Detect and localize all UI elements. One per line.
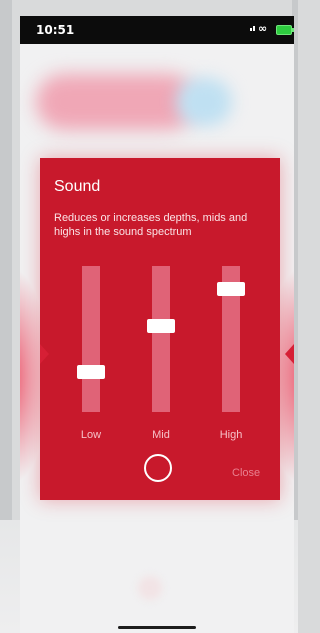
blurred-shape-pink — [36, 74, 196, 130]
link-icon: ∞ — [258, 22, 268, 35]
slider-label-low: Low — [80, 429, 102, 441]
status-bar: 10:51 ∞ — [20, 16, 294, 44]
slider-mid[interactable] — [147, 266, 175, 412]
close-button[interactable]: Close — [232, 467, 260, 479]
home-indicator[interactable] — [118, 626, 196, 629]
slider-low-handle[interactable] — [77, 365, 105, 379]
blurred-shape-blue — [176, 78, 232, 126]
slider-label-high: High — [219, 429, 243, 441]
phone-screen: 10:51 ∞ Sound Reduces or increases depth… — [20, 16, 294, 633]
blurred-background-content — [36, 68, 236, 140]
slider-label-mid: Mid — [152, 429, 170, 441]
faint-background-dot — [138, 576, 162, 600]
reset-knob-icon[interactable] — [144, 454, 172, 482]
slider-high-handle[interactable] — [217, 281, 245, 296]
signal-icon — [250, 26, 255, 31]
status-time: 10:51 — [36, 23, 75, 37]
sound-panel: Sound Reduces or increases depths, mids … — [40, 158, 280, 500]
slider-low[interactable] — [77, 266, 105, 412]
panel-title: Sound — [54, 178, 101, 195]
arrow-left-icon[interactable] — [40, 344, 49, 364]
battery-icon — [276, 25, 294, 35]
slider-high[interactable] — [217, 266, 245, 412]
arrow-right-icon[interactable] — [285, 344, 294, 364]
slider-mid-handle[interactable] — [147, 318, 175, 333]
panel-description: Reduces or increases depths, mids and hi… — [54, 212, 248, 238]
